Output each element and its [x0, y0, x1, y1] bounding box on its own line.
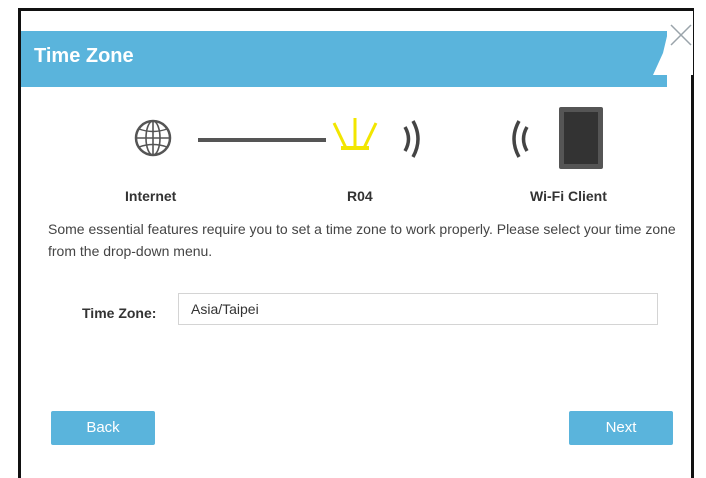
timezone-label: Time Zone: — [82, 305, 157, 321]
wifi-signal-icon — [403, 120, 420, 158]
dialog-header: Time Zone — [21, 31, 667, 87]
network-topology: Internet R04 Wi-Fi Client — [21, 101, 691, 211]
router-icon — [332, 118, 378, 150]
timezone-select[interactable]: Asia/Taipei — [178, 293, 658, 325]
page-title: Time Zone — [34, 45, 134, 67]
client-label: Wi-Fi Client — [530, 188, 607, 204]
globe-icon — [134, 119, 172, 157]
wifi-signal-icon — [512, 120, 529, 158]
back-button[interactable]: Back — [51, 411, 155, 445]
close-icon — [653, 11, 693, 75]
topology-graphic — [134, 107, 603, 169]
description-text: Some essential features require you to s… — [48, 221, 676, 259]
wizard-dialog: Time Zone Internet R04 Wi-Fi Client Some… — [18, 8, 694, 478]
next-button[interactable]: Next — [569, 411, 673, 445]
tablet-icon — [559, 107, 603, 169]
close-button[interactable] — [641, 11, 693, 75]
internet-label: Internet — [125, 188, 177, 204]
router-label: R04 — [347, 188, 373, 204]
